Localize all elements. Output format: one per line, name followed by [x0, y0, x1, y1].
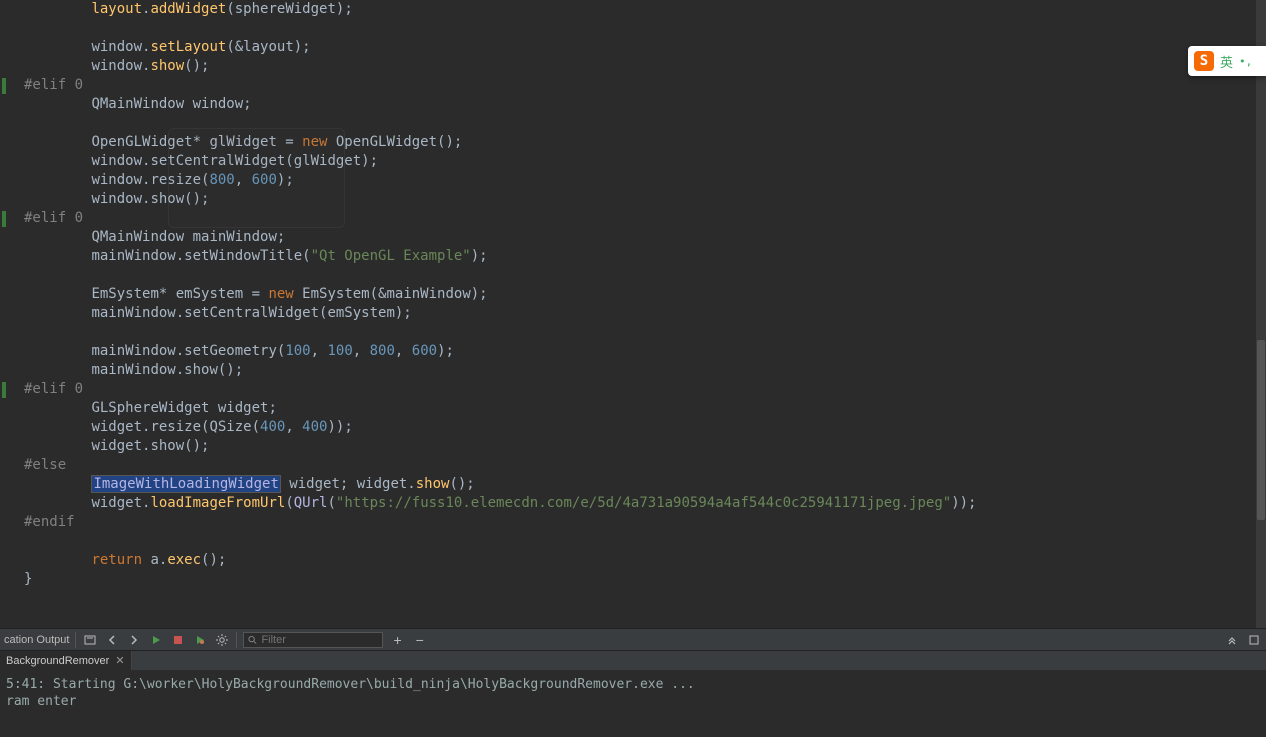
close-icon[interactable]: ✕ [115, 654, 124, 667]
code-line[interactable]: QMainWindow mainWindow; [24, 228, 1256, 247]
ime-more-icon: •, [1239, 55, 1252, 68]
code-line[interactable]: mainWindow.setGeometry(100, 100, 800, 60… [24, 342, 1256, 361]
code-line[interactable] [24, 323, 1256, 342]
code-line[interactable]: window.setCentralWidget(glWidget); [24, 152, 1256, 171]
code-line[interactable]: #elif 0 [24, 76, 1256, 95]
code-line[interactable]: return a.exec(); [24, 551, 1256, 570]
code-line[interactable]: layout.addWidget(sphereWidget); [24, 0, 1256, 19]
output-tab-bar: BackgroundRemover ✕ [0, 650, 1266, 670]
run-icon[interactable] [148, 632, 164, 648]
code-line[interactable] [24, 19, 1256, 38]
output-panel-toolbar: cation Output + − [0, 628, 1266, 650]
code-line[interactable]: #elif 0 [24, 380, 1256, 399]
ime-logo-icon: S [1194, 51, 1214, 71]
output-tab[interactable]: BackgroundRemover ✕ [0, 651, 132, 670]
code-line[interactable]: OpenGLWidget* glWidget = new OpenGLWidge… [24, 133, 1256, 152]
code-line[interactable]: widget.show(); [24, 437, 1256, 456]
prev-icon[interactable] [104, 632, 120, 648]
code-line[interactable]: window.show(); [24, 57, 1256, 76]
stop-icon[interactable] [170, 632, 186, 648]
code-line[interactable]: window.setLayout(&layout); [24, 38, 1256, 57]
ime-lang: 英 [1220, 52, 1233, 71]
scroll-thumb[interactable] [1257, 340, 1265, 520]
code-line[interactable]: widget.resize(QSize(400, 400)); [24, 418, 1256, 437]
code-line[interactable]: QMainWindow window; [24, 95, 1256, 114]
settings-icon[interactable] [214, 632, 230, 648]
code-line[interactable]: window.show(); [24, 190, 1256, 209]
code-line[interactable]: #else [24, 456, 1256, 475]
code-line[interactable]: GLSphereWidget widget; [24, 399, 1256, 418]
code-line[interactable]: #elif 0 [24, 209, 1256, 228]
code-line[interactable] [24, 266, 1256, 285]
next-icon[interactable] [126, 632, 142, 648]
clear-output-icon[interactable] [82, 632, 98, 648]
code-line[interactable]: window.resize(800, 600); [24, 171, 1256, 190]
search-icon [248, 635, 257, 645]
code-line[interactable] [24, 532, 1256, 551]
code-line[interactable]: EmSystem* emSystem = new EmSystem(&mainW… [24, 285, 1256, 304]
code-line[interactable] [24, 114, 1256, 133]
code-line[interactable]: mainWindow.setCentralWidget(emSystem); [24, 304, 1256, 323]
ime-badge[interactable]: S 英 •, [1188, 46, 1266, 76]
collapse-icon[interactable] [1224, 632, 1240, 648]
editor-wrap: layout.addWidget(sphereWidget); window.s… [0, 0, 1266, 628]
debug-run-icon[interactable] [192, 632, 208, 648]
editor-gutter [0, 0, 24, 628]
code-line[interactable]: } [24, 570, 1256, 589]
filter-input[interactable] [261, 634, 378, 646]
code-line[interactable]: widget.loadImageFromUrl(QUrl("https://fu… [24, 494, 1256, 513]
output-tab-label: BackgroundRemover [6, 655, 109, 667]
vertical-scrollbar[interactable] [1256, 0, 1266, 628]
output-panel-label: cation Output [4, 634, 69, 646]
code-editor[interactable]: layout.addWidget(sphereWidget); window.s… [24, 0, 1256, 628]
code-line[interactable]: mainWindow.show(); [24, 361, 1256, 380]
output-pane[interactable]: 5:41: Starting G:\worker\HolyBackgroundR… [0, 670, 1266, 737]
code-line[interactable]: #endif [24, 513, 1256, 532]
code-line[interactable]: ImageWithLoadingWidget widget; widget.sh… [24, 475, 1256, 494]
maximize-icon[interactable] [1246, 632, 1262, 648]
code-line[interactable]: mainWindow.setWindowTitle("Qt OpenGL Exa… [24, 247, 1256, 266]
filter-box[interactable] [243, 632, 383, 648]
zoom-in-icon[interactable]: + [389, 632, 405, 648]
zoom-out-icon[interactable]: − [412, 632, 428, 648]
